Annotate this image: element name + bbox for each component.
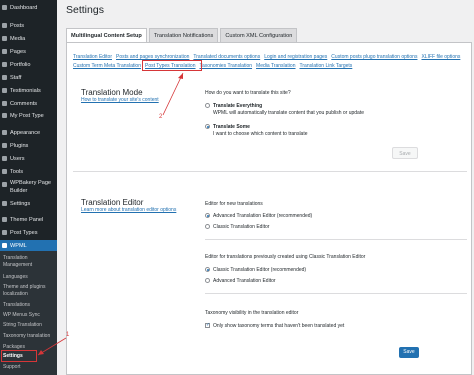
appearance-icon	[2, 130, 7, 135]
menu-post-types[interactable]: Post Types	[0, 227, 57, 238]
divider	[205, 239, 467, 240]
sub-wp-menus-sync[interactable]: WP Menus Sync	[0, 312, 57, 319]
menu-wpbakery[interactable]: WPBakery Page Builder	[0, 179, 57, 199]
theme-panel-icon	[2, 217, 7, 222]
link-media-translation[interactable]: Media Translation	[256, 63, 295, 69]
menu-pages[interactable]: Pages	[0, 46, 57, 57]
menu-testimonials[interactable]: Testimonials	[0, 85, 57, 96]
link-translation-link-targets[interactable]: Translation Link Targets	[300, 63, 353, 69]
portfolio-icon	[2, 62, 7, 67]
menu-wpml[interactable]: WPML	[0, 240, 57, 251]
menu-staff[interactable]: Staff	[0, 72, 57, 83]
menu-tools[interactable]: Tools	[0, 166, 57, 177]
classic-editor-prev-label: Classic Translation Editor (recommended)	[213, 267, 307, 273]
annotation-2: 2	[159, 114, 163, 120]
translate-some-desc: I want to choose which content to transl…	[213, 131, 308, 137]
radio-classic-editor-prev[interactable]	[205, 267, 210, 272]
comments-icon	[2, 101, 7, 106]
translation-editor-save-button[interactable]: Save	[399, 347, 419, 358]
menu-plugins[interactable]: Plugins	[0, 140, 57, 151]
post-type-icon	[2, 113, 7, 118]
previous-translations-heading: Editor for translations previously creat…	[205, 254, 366, 260]
sub-support[interactable]: Support	[0, 364, 57, 371]
settings-panel: Translation Editor Posts and pages synchr…	[66, 42, 472, 375]
media-icon	[2, 36, 7, 41]
settings-tabs: Multilingual Content Setup Translation N…	[66, 28, 299, 42]
admin-sidebar: Dashboard Posts Media Pages Portfolio St…	[0, 0, 57, 375]
menu-theme-panel[interactable]: Theme Panel	[0, 214, 57, 225]
sub-theme-plugins-localization[interactable]: Theme and plugins localization	[0, 284, 57, 298]
classic-editor-new-label: Classic Translation Editor	[213, 224, 270, 230]
link-custom-term-meta[interactable]: Custom Term Meta Translation	[73, 63, 141, 69]
menu-dashboard[interactable]: Dashboard	[0, 2, 57, 13]
translate-everything-label: Translate Everything	[213, 103, 263, 109]
tools-icon	[2, 169, 7, 174]
link-translated-documents-options[interactable]: Translated documents options	[193, 54, 260, 60]
users-icon	[2, 156, 7, 161]
radio-advanced-editor-new[interactable]	[205, 213, 210, 218]
sub-languages[interactable]: Languages	[0, 274, 57, 281]
radio-classic-editor-new[interactable]	[205, 224, 210, 229]
menu-comments[interactable]: Comments	[0, 98, 57, 109]
menu-my-post-type[interactable]: My Post Type	[0, 110, 57, 121]
menu-media[interactable]: Media	[0, 33, 57, 44]
post-types-highlight-box	[142, 60, 202, 71]
link-xliff-file-options[interactable]: XLIFF file options	[421, 54, 460, 60]
translation-mode-save-button[interactable]: Save	[392, 147, 418, 159]
taxonomy-visibility-heading: Taxonomy visibility in the translation e…	[205, 310, 299, 316]
posts-icon	[2, 23, 7, 28]
sub-translations[interactable]: Translations	[0, 302, 57, 309]
sub-translation-management[interactable]: Translation Management	[0, 255, 57, 269]
translate-some-label: Translate Some	[213, 124, 250, 130]
radio-translate-everything[interactable]	[205, 103, 210, 108]
wpbakery-icon	[2, 182, 7, 187]
link-taxonomies-translation[interactable]: Taxonomies Translation	[200, 63, 253, 69]
main-content: Settings Multilingual Content Setup Tran…	[57, 0, 474, 375]
divider	[205, 293, 467, 294]
sub-string-translation[interactable]: String Translation	[0, 322, 57, 329]
menu-portfolio[interactable]: Portfolio	[0, 59, 57, 70]
plugins-icon	[2, 143, 7, 148]
divider	[73, 171, 467, 172]
sub-taxonomy-translation[interactable]: Taxonomy translation	[0, 333, 57, 340]
menu-users[interactable]: Users	[0, 153, 57, 164]
translation-editor-title: Translation Editor	[81, 198, 144, 207]
section-links: Translation Editor Posts and pages synchr…	[73, 53, 471, 71]
menu-posts[interactable]: Posts	[0, 20, 57, 31]
tab-multilingual-content-setup[interactable]: Multilingual Content Setup	[66, 28, 147, 42]
menu-appearance[interactable]: Appearance	[0, 127, 57, 138]
post-types-icon	[2, 230, 7, 235]
tab-custom-xml-configuration[interactable]: Custom XML Configuration	[220, 28, 298, 42]
translation-mode-question: How do you want to translate this site?	[205, 90, 291, 96]
settings-highlight-box	[1, 350, 37, 362]
translation-editor-help-link[interactable]: Learn more about translation editor opti…	[81, 207, 176, 213]
translate-everything-desc: WPML will automatically translate conten…	[213, 110, 365, 116]
pages-icon	[2, 49, 7, 54]
radio-translate-some[interactable]	[205, 124, 210, 129]
checkbox-untranslated-terms[interactable]	[205, 322, 210, 328]
page-title: Settings	[66, 4, 104, 16]
link-login-registration-pages[interactable]: Login and registration pages	[264, 54, 327, 60]
wpml-icon	[2, 243, 7, 248]
testimonials-icon	[2, 88, 7, 93]
advanced-editor-new-label: Advanced Translation Editor (recommended…	[213, 213, 313, 219]
advanced-editor-prev-label: Advanced Translation Editor	[213, 278, 276, 284]
translation-mode-help-link[interactable]: How to translate your site's content	[81, 97, 159, 103]
annotation-1: 1	[66, 332, 70, 338]
translation-mode-title: Translation Mode	[81, 88, 143, 97]
dashboard-icon	[2, 5, 7, 10]
settings-icon	[2, 201, 7, 206]
link-custom-posts-plugo[interactable]: Custom posts plugo translation options	[331, 54, 417, 60]
tab-translation-notifications[interactable]: Translation Notifications	[148, 28, 219, 42]
menu-settings[interactable]: Settings	[0, 198, 57, 209]
radio-advanced-editor-prev[interactable]	[205, 278, 210, 283]
staff-icon	[2, 75, 7, 80]
untranslated-terms-label: Only show taxonomy terms that haven't be…	[213, 323, 345, 329]
link-translation-editor[interactable]: Translation Editor	[73, 54, 112, 60]
new-translations-heading: Editor for new translations	[205, 201, 263, 207]
